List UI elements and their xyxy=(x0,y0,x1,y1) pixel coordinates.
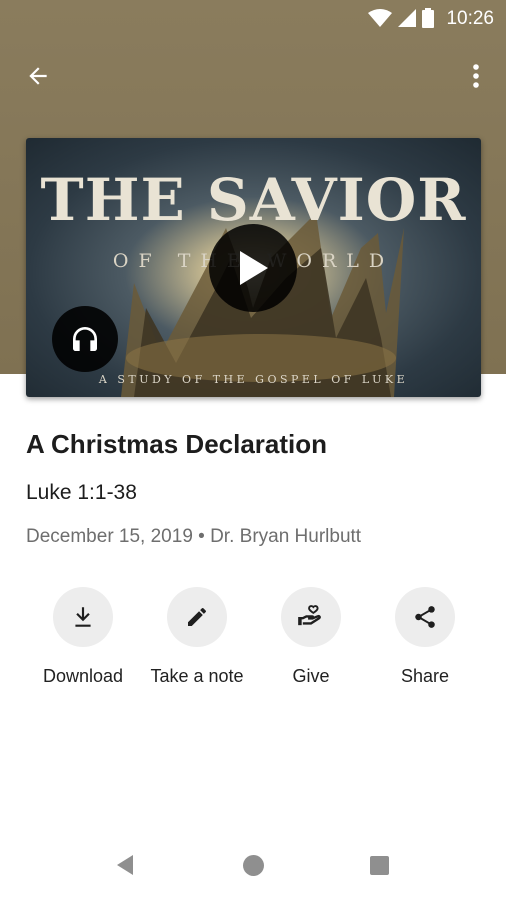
take-note-button[interactable] xyxy=(167,587,227,647)
nav-back-icon[interactable] xyxy=(115,854,135,876)
audio-button[interactable] xyxy=(52,306,118,372)
signal-icon xyxy=(398,9,416,27)
share-icon xyxy=(415,606,435,628)
battery-icon xyxy=(422,8,434,28)
status-icons xyxy=(368,8,434,28)
action-row: Download Take a note Give Share xyxy=(0,587,506,697)
give-action[interactable]: Give xyxy=(251,587,371,687)
nav-recents-icon[interactable] xyxy=(370,856,389,875)
wifi-icon xyxy=(368,9,392,27)
arrow-back-icon xyxy=(29,67,47,85)
back-button[interactable] xyxy=(18,56,58,96)
give-label: Give xyxy=(292,666,330,686)
artwork-caption: A STUDY OF THE GOSPEL OF LUKE xyxy=(98,373,409,386)
give-button[interactable] xyxy=(281,587,341,647)
headphones-icon xyxy=(73,327,97,351)
pencil-icon xyxy=(188,607,207,626)
share-label: Share xyxy=(400,666,450,686)
scripture-reference: Luke 1:1-38 xyxy=(26,481,137,504)
give-heart-hand-icon xyxy=(298,605,321,626)
sermon-meta: December 15, 2019 • Dr. Bryan Hurlbutt xyxy=(26,526,362,547)
toolbar xyxy=(0,48,506,100)
play-button[interactable] xyxy=(209,224,297,312)
sermon-title: A Christmas Declaration xyxy=(26,429,328,459)
play-icon xyxy=(240,251,268,285)
take-note-label: Take a note xyxy=(150,666,244,686)
download-button[interactable] xyxy=(53,587,113,647)
download-icon xyxy=(75,607,91,627)
status-time: 10:26 xyxy=(446,8,494,29)
status-bar: 10:26 xyxy=(0,0,506,36)
download-action[interactable]: Download xyxy=(23,587,143,687)
share-action[interactable]: Share xyxy=(365,587,485,687)
share-button[interactable] xyxy=(395,587,455,647)
download-label: Download xyxy=(42,666,124,686)
nav-home-icon[interactable] xyxy=(243,855,264,876)
sermon-artwork[interactable]: THE SAVIOR OF THE WORLD A STUDY OF THE G… xyxy=(26,138,481,397)
take-note-action[interactable]: Take a note xyxy=(137,587,257,687)
more-vert-icon xyxy=(473,64,479,88)
more-options-button[interactable] xyxy=(460,56,492,96)
system-nav-bar xyxy=(0,840,506,892)
